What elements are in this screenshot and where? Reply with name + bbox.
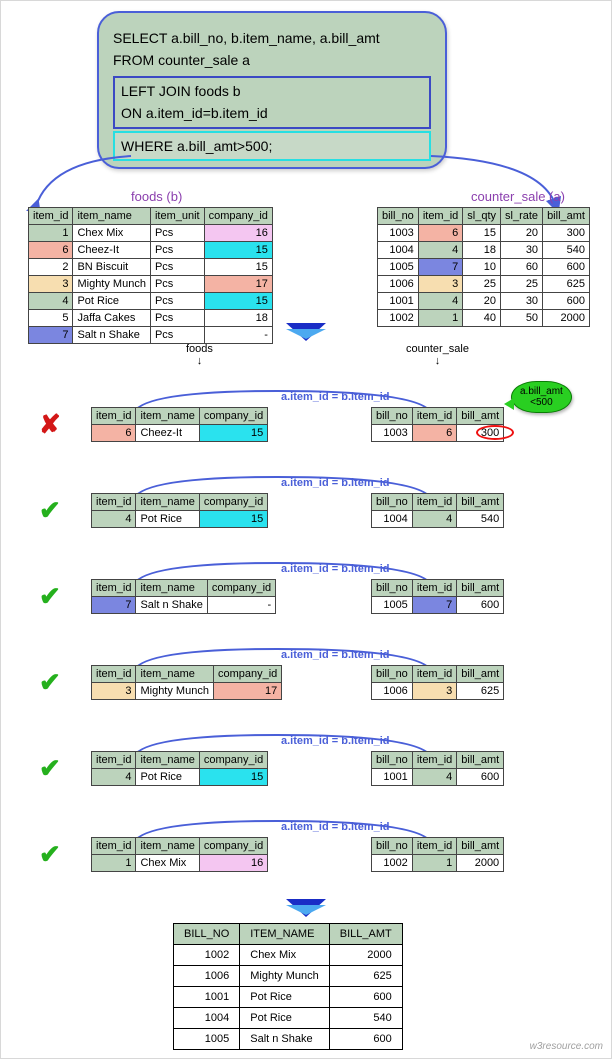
col-item-name: item_name: [73, 208, 150, 225]
sql-join-block: LEFT JOIN foods b ON a.item_id=b.item_id: [113, 76, 431, 129]
counter-sale-mini-table: bill_noitem_idbill_amt10063625: [371, 665, 504, 700]
foods-table-label: foods (b): [131, 189, 182, 204]
rejected-value-highlight: [476, 425, 514, 440]
table-row: 1Chex MixPcs16: [29, 225, 273, 242]
join-pair-1: ✘ a.item_id = b.item_id item_iditem_nameco…: [21, 379, 591, 457]
table-row: 2BN BiscuitPcs15: [29, 259, 273, 276]
counter-sale-mini-table: bill_noitem_idbill_amt10014600: [371, 751, 504, 786]
join-condition-label: a.item_id = b.item_id: [281, 649, 390, 661]
cs-hdr: bill_noitem_idsl_qtysl_ratebill_amt: [378, 208, 590, 225]
sql-from-line: FROM counter_sale a: [113, 49, 431, 71]
table-row: 100571060600: [378, 259, 590, 276]
counter-sale-table: bill_noitem_idsl_qtysl_ratebill_amt 1003…: [377, 207, 590, 327]
sql-where-line: WHERE a.bill_amt>500;: [121, 138, 272, 154]
table-row: 100142030600: [378, 293, 590, 310]
foods-mini-table: item_iditem_namecompany_id7Salt n Shake-: [91, 579, 276, 614]
col-item-id: item_id: [29, 208, 73, 225]
join-condition-label: a.item_id = b.item_id: [281, 563, 390, 575]
result-row: 1005Salt n Shake600: [174, 1029, 403, 1050]
join-pair-2: ✔ a.item_id = b.item_id item_iditem_nameco…: [21, 465, 591, 543]
sql-on-line: ON a.item_id=b.item_id: [121, 102, 423, 124]
diagram-canvas: SELECT a.bill_no, b.item_name, a.bill_am…: [0, 0, 612, 1059]
table-row: 3Mighty MunchPcs17: [29, 276, 273, 293]
foods-sub-label: foods↓: [186, 343, 213, 367]
counter-sale-mini-table: bill_noitem_idbill_amt100212000: [371, 837, 504, 872]
foods-mini-table: item_iditem_namecompany_id3Mighty Munch1…: [91, 665, 282, 700]
table-row: 6Cheez-ItPcs15: [29, 242, 273, 259]
col-item-unit: item_unit: [150, 208, 204, 225]
sql-query-box: SELECT a.bill_no, b.item_name, a.bill_am…: [97, 11, 447, 169]
table-row: 100632525625: [378, 276, 590, 293]
check-icon: ✔: [39, 839, 61, 870]
result-col-item_name: ITEM_NAME: [240, 924, 329, 945]
col-company-id: company_id: [204, 208, 272, 225]
table-row: 100441830540: [378, 242, 590, 259]
counter-sale-sub-label: counter_sale↓: [406, 343, 469, 367]
foods-mini-table: item_iditem_namecompany_id1Chex Mix16: [91, 837, 268, 872]
down-arrow-result-icon: [286, 899, 326, 917]
col-item-id: item_id: [418, 208, 462, 225]
join-pair-5: ✔ a.item_id = b.item_id item_iditem_nameco…: [21, 723, 591, 801]
check-icon: ✔: [39, 581, 61, 612]
result-col-bill_amt: BILL_AMT: [329, 924, 402, 945]
join-pair-6: ✔ a.item_id = b.item_id item_iditem_nameco…: [21, 809, 591, 887]
col-sl-qty: sl_qty: [463, 208, 501, 225]
foods-mini-table: item_iditem_namecompany_id4Pot Rice15: [91, 751, 268, 786]
result-table: BILL_NOITEM_NAMEBILL_AMT 1002Chex Mix200…: [173, 923, 403, 1050]
result-row: 1004Pot Rice540: [174, 1008, 403, 1029]
table-row: 1002140502000: [378, 310, 590, 327]
foods-hdr: item_iditem_nameitem_unitcompany_id: [29, 208, 273, 225]
join-pair-3: ✔ a.item_id = b.item_id item_iditem_nameco…: [21, 551, 591, 629]
counter-sale-mini-table: bill_noitem_idbill_amt10057600: [371, 579, 504, 614]
join-condition-label: a.item_id = b.item_id: [281, 477, 390, 489]
join-condition-label: a.item_id = b.item_id: [281, 821, 390, 833]
down-arrow-icon: [286, 323, 326, 341]
foods-mini-table: item_iditem_namecompany_id4Pot Rice15: [91, 493, 268, 528]
counter-sale-table-label: counter_sale (a): [471, 189, 565, 204]
result-col-bill_no: BILL_NO: [174, 924, 240, 945]
foods-mini-table: item_iditem_namecompany_id6Cheez-It15: [91, 407, 268, 442]
table-row: 7Salt n ShakePcs-: [29, 327, 273, 344]
cross-icon: ✘: [39, 409, 61, 440]
join-condition-label: a.item_id = b.item_id: [281, 735, 390, 747]
check-icon: ✔: [39, 495, 61, 526]
col-bill-amt: bill_amt: [543, 208, 590, 225]
table-row: 5Jaffa CakesPcs18: [29, 310, 273, 327]
watermark: w3resource.com: [530, 1041, 603, 1052]
sql-where-block: WHERE a.bill_amt>500;: [113, 131, 431, 161]
join-pair-4: ✔ a.item_id = b.item_id item_iditem_nameco…: [21, 637, 591, 715]
result-hdr: BILL_NOITEM_NAMEBILL_AMT: [174, 924, 403, 945]
counter-sale-mini-table: bill_noitem_idbill_amt10044540: [371, 493, 504, 528]
check-icon: ✔: [39, 753, 61, 784]
join-condition-label: a.item_id = b.item_id: [281, 391, 390, 403]
sql-join-line: LEFT JOIN foods b: [121, 80, 423, 102]
col-sl-rate: sl_rate: [501, 208, 543, 225]
result-row: 1001Pot Rice600: [174, 987, 403, 1008]
check-icon: ✔: [39, 667, 61, 698]
result-row: 1006Mighty Munch625: [174, 966, 403, 987]
table-row: 100361520300: [378, 225, 590, 242]
result-row: 1002Chex Mix2000: [174, 945, 403, 966]
table-row: 4Pot RicePcs15: [29, 293, 273, 310]
col-bill-no: bill_no: [378, 208, 419, 225]
foods-table: item_iditem_nameitem_unitcompany_id 1Che…: [28, 207, 273, 344]
filter-badge: a.bill_amt<500: [511, 381, 572, 413]
sql-select-line: SELECT a.bill_no, b.item_name, a.bill_am…: [113, 27, 431, 49]
